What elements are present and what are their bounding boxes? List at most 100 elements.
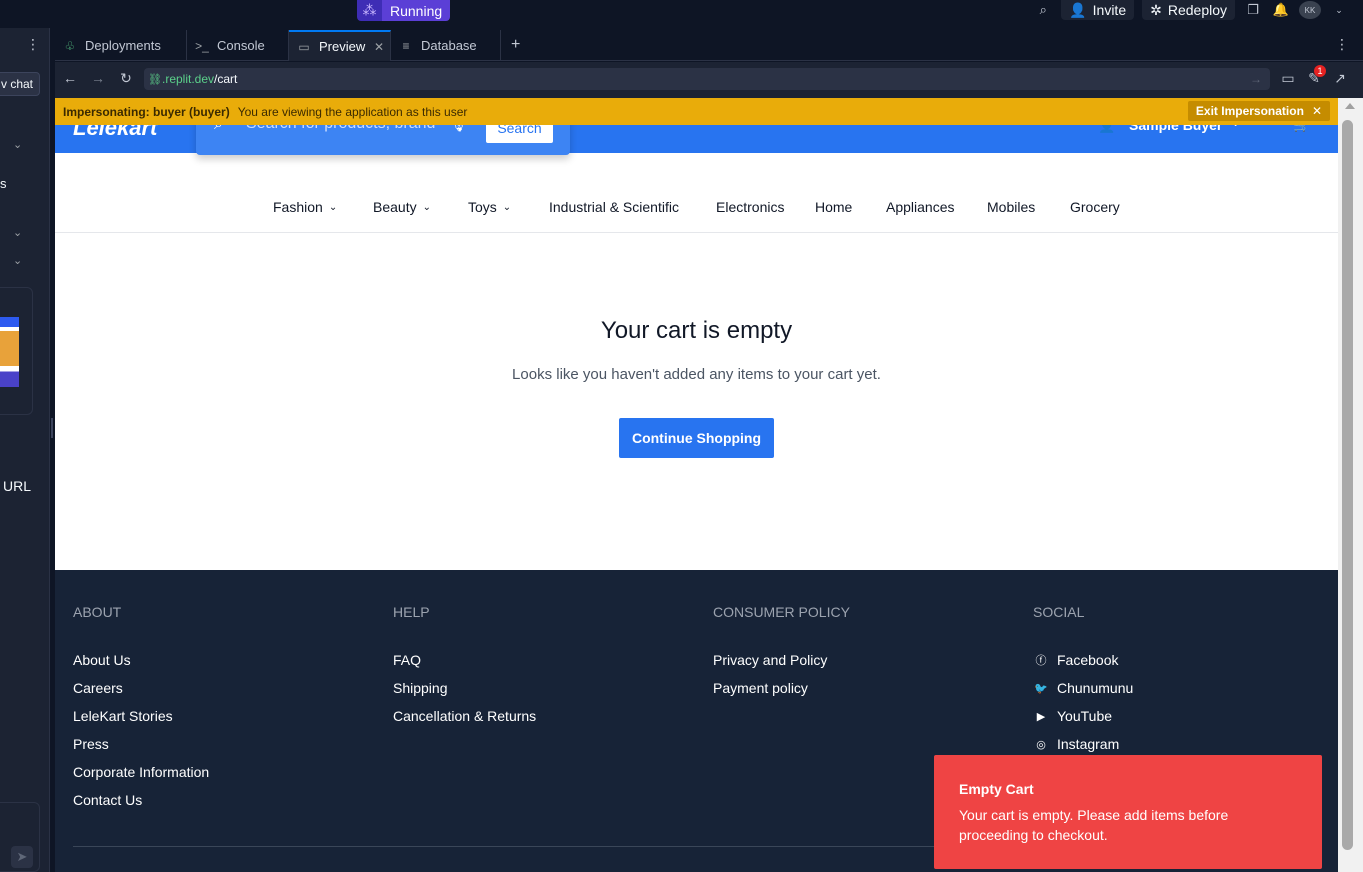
footer-about: ABOUT About Us Careers LeleKart Stories …	[73, 604, 209, 814]
category-mobiles[interactable]: Mobiles	[987, 199, 1035, 215]
footer-link-label: Chunumunu	[1057, 680, 1134, 696]
exit-impersonation-label: Exit Impersonation	[1195, 104, 1304, 118]
chevron-down-icon[interactable]: ⌄	[1329, 0, 1349, 20]
page-scrollbar[interactable]	[1338, 98, 1363, 872]
devices-icon[interactable]: ▭	[1279, 70, 1297, 87]
impersonation-banner: Impersonating: buyer (buyer) You are vie…	[55, 98, 1338, 125]
resize-handle[interactable]	[51, 418, 53, 438]
category-label: Grocery	[1070, 199, 1120, 215]
empty-cart-toast[interactable]: Empty Cart Your cart is empty. Please ad…	[934, 755, 1322, 869]
avatar[interactable]: KK	[1299, 1, 1321, 19]
footer-heading: ABOUT	[73, 604, 122, 620]
category-label: Mobiles	[987, 199, 1036, 215]
go-arrow-icon[interactable]: →	[1250, 72, 1262, 86]
category-toys[interactable]: Toys ⌄	[468, 199, 511, 215]
url-label: URL	[3, 478, 32, 494]
category-industrial-scientific[interactable]: Industrial & Scientific	[549, 199, 679, 215]
footer-link[interactable]: Shipping	[393, 674, 536, 702]
chevron-down-icon: ⌄	[502, 201, 512, 213]
forward-arrow-icon[interactable]: →	[89, 70, 107, 86]
footer-social-youtube[interactable]: ▶ YouTube	[1033, 702, 1133, 730]
footer-consumer-policy: CONSUMER POLICY Privacy and Policy Payme…	[713, 604, 850, 702]
tab-database[interactable]: ≡ Database	[391, 30, 501, 61]
close-icon: ✕	[1311, 104, 1322, 118]
youtube-icon: ▶	[1036, 710, 1046, 723]
continue-shopping-button[interactable]: Continue Shopping	[619, 418, 774, 458]
footer-link[interactable]: Cancellation & Returns	[393, 702, 536, 730]
add-tab-icon[interactable]: +	[511, 36, 520, 54]
tab-console[interactable]: >_ Console	[187, 30, 289, 61]
close-icon[interactable]: ✕	[374, 40, 384, 54]
monitor-icon: ▭	[298, 39, 310, 54]
tabs-bar: ♧ Deployments >_ Console ▭ Preview ✕ ≡ D…	[55, 28, 1363, 61]
empty-cart-subtitle: Looks like you haven't added any items t…	[512, 366, 881, 383]
category-label: Industrial & Scientific	[549, 199, 679, 215]
link-icon: ⛓	[148, 73, 162, 86]
category-electronics[interactable]: Electronics	[716, 199, 784, 215]
chevron-down-icon[interactable]: ⌄	[13, 254, 22, 267]
tab-preview[interactable]: ▭ Preview ✕	[289, 30, 391, 61]
category-label: Home	[815, 199, 853, 215]
run-button[interactable]: ⁂ Running	[357, 0, 451, 21]
category-appliances[interactable]: Appliances	[886, 199, 955, 215]
footer-link[interactable]: Payment policy	[713, 674, 850, 702]
footer-link[interactable]: FAQ	[393, 646, 536, 674]
category-beauty[interactable]: Beauty ⌄	[373, 199, 431, 215]
twitter-icon: 🐦	[1034, 682, 1048, 695]
bell-icon[interactable]: 🔔	[1271, 0, 1291, 20]
category-home[interactable]: Home	[815, 199, 852, 215]
tab-deployments[interactable]: ♧ Deployments	[55, 30, 187, 61]
chevron-down-icon: ⌄	[422, 201, 431, 213]
footer-link-label: Facebook	[1057, 652, 1119, 668]
deployments-icon: ♧	[64, 38, 76, 53]
footer-link[interactable]: Corporate Information	[73, 758, 209, 786]
footer-link[interactable]: Careers	[73, 674, 209, 702]
chevron-down-icon[interactable]: ⌄	[13, 138, 22, 151]
footer-link[interactable]: Privacy and Policy	[713, 646, 850, 674]
url-path: /cart	[214, 72, 238, 86]
exit-impersonation-button[interactable]: Exit Impersonation ✕	[1187, 101, 1330, 121]
more-options-icon[interactable]: ⋮	[1335, 36, 1349, 53]
url-input[interactable]: ⛓ .replit.dev/cart →	[144, 68, 1270, 90]
footer-heading: HELP	[393, 604, 430, 620]
footer-help: HELP FAQ Shipping Cancellation & Returns	[393, 604, 536, 730]
invite-button[interactable]: 👤 Invite	[1061, 0, 1135, 20]
new-chat-button[interactable]: v chat	[0, 72, 40, 96]
empty-cart-title: Your cart is empty	[600, 317, 793, 344]
chevron-down-icon[interactable]: ⌄	[13, 226, 22, 239]
tab-label: Deployments	[85, 38, 161, 53]
instagram-icon: ◎	[1036, 738, 1046, 751]
external-link-icon[interactable]: ↗	[1331, 70, 1349, 87]
footer-link[interactable]: Contact Us	[73, 786, 209, 814]
footer-link[interactable]: About Us	[73, 646, 209, 674]
scroll-thumb[interactable]	[1342, 120, 1353, 850]
footer-link[interactable]: Press	[73, 730, 209, 758]
search-icon[interactable]: ⌕	[1033, 0, 1053, 20]
notification-badge: 1	[1314, 65, 1326, 77]
chevron-down-icon: ⌄	[328, 201, 338, 213]
category-label: Fashion	[273, 199, 323, 215]
more-options-icon[interactable]: ⋮	[26, 36, 40, 53]
redeploy-button[interactable]: ✲ Redeploy	[1142, 0, 1235, 20]
run-label: Running	[382, 0, 451, 21]
category-grocery[interactable]: Grocery	[1070, 199, 1120, 215]
scroll-up-arrow-icon[interactable]	[1345, 103, 1355, 109]
back-arrow-icon[interactable]: ←	[61, 70, 79, 86]
url-host: .replit.dev	[162, 72, 215, 86]
run-status-icon: ⁂	[357, 0, 382, 21]
category-nav: Fashion ⌄ Beauty ⌄ Toys ⌄ Industrial & Scie…	[55, 153, 1338, 233]
category-label: Toys	[468, 199, 497, 215]
send-icon[interactable]: ➤	[11, 846, 33, 868]
footer-social-facebook[interactable]: ⓕ Facebook	[1033, 646, 1133, 674]
invite-label: Invite	[1092, 2, 1127, 18]
screenshot-thumbnail	[0, 317, 19, 387]
category-fashion[interactable]: Fashion ⌄	[273, 199, 337, 215]
add-user-icon: 👤	[1069, 1, 1087, 18]
footer-social-instagram[interactable]: ◎ Instagram	[1033, 730, 1133, 758]
database-icon: ≡	[402, 38, 410, 53]
footer-link[interactable]: LeleKart Stories	[73, 702, 209, 730]
copy-icon[interactable]: ❐	[1243, 0, 1263, 20]
footer-social-twitter[interactable]: 🐦 Chunumunu	[1033, 674, 1133, 702]
refresh-icon[interactable]: ↻	[117, 70, 135, 87]
footer-link-label: YouTube	[1057, 708, 1113, 724]
